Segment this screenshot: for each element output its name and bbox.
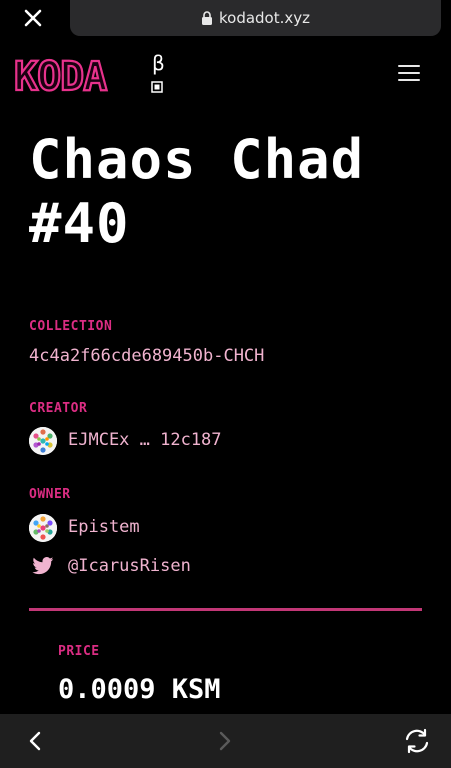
chevron-right-icon xyxy=(219,731,231,751)
collection-label: COLLECTION xyxy=(29,319,113,334)
lock-icon xyxy=(201,11,212,25)
chevron-left-icon xyxy=(29,731,41,751)
price-value: 0.0009 KSM xyxy=(58,674,221,705)
owner-avatar xyxy=(29,514,57,542)
logo-text: KODA xyxy=(14,54,107,98)
browser-bottom-bar xyxy=(0,714,451,768)
owner-name[interactable]: Epistem xyxy=(68,517,140,537)
owner-label: OWNER xyxy=(29,487,71,502)
back-button[interactable] xyxy=(20,726,50,756)
url-text: kodadot.xyz xyxy=(218,9,311,27)
beta-symbol: β xyxy=(152,52,165,75)
section-divider xyxy=(29,608,422,611)
creator-avatar xyxy=(29,427,57,455)
forward-button[interactable] xyxy=(210,726,240,756)
close-button[interactable] xyxy=(18,3,48,33)
creator-label: CREATOR xyxy=(29,401,88,416)
refresh-icon xyxy=(405,728,429,754)
app-header: KODA β xyxy=(0,38,451,114)
url-bar[interactable]: kodadot.xyz xyxy=(70,0,441,36)
kodadot-logo[interactable]: KODA β xyxy=(13,51,170,101)
collection-link[interactable]: 4c4a2f66cde689450b-CHCH xyxy=(29,346,264,366)
price-label: PRICE xyxy=(58,644,100,659)
creator-address[interactable]: EJMCEx … 12c187 xyxy=(68,430,222,450)
hamburger-menu-icon[interactable] xyxy=(398,64,422,82)
refresh-button[interactable] xyxy=(402,726,432,756)
nft-title: Chaos Chad #40 xyxy=(29,128,365,255)
owner-twitter-handle[interactable]: @IcarusRisen xyxy=(68,556,191,576)
browser-top-bar: kodadot.xyz xyxy=(0,0,451,38)
twitter-icon xyxy=(32,557,54,575)
close-icon xyxy=(24,9,42,27)
